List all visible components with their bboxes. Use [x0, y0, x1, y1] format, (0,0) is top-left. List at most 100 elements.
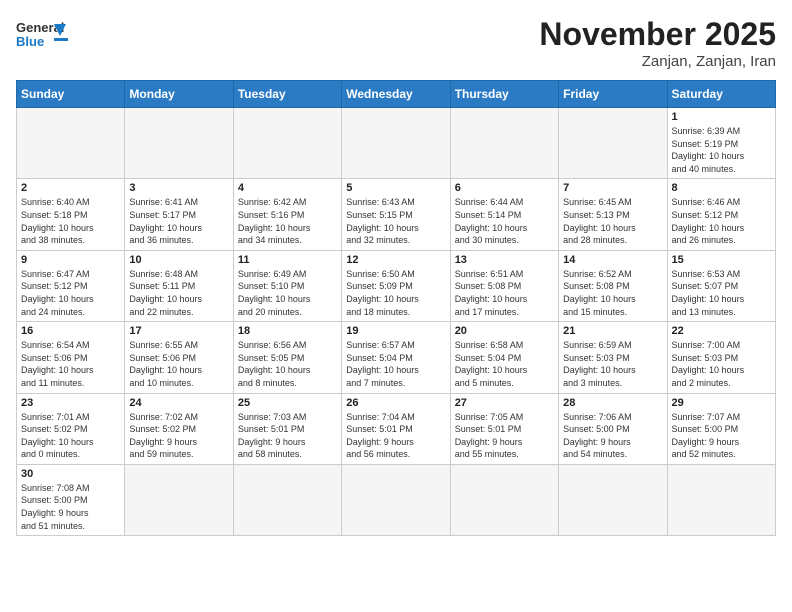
day-info: Sunrise: 7:04 AMSunset: 5:01 PMDaylight:… [346, 411, 445, 461]
day-info: Sunrise: 7:00 AMSunset: 5:03 PMDaylight:… [672, 339, 771, 389]
day-info: Sunrise: 6:39 AMSunset: 5:19 PMDaylight:… [672, 125, 771, 175]
logo: General Blue [16, 16, 71, 56]
day-number: 9 [21, 254, 120, 266]
day-info: Sunrise: 6:58 AMSunset: 5:04 PMDaylight:… [455, 339, 554, 389]
month-title: November 2025 [539, 16, 776, 53]
day-info: Sunrise: 6:55 AMSunset: 5:06 PMDaylight:… [129, 339, 228, 389]
day-number: 17 [129, 325, 228, 337]
day-number: 2 [21, 182, 120, 194]
day-number: 18 [238, 325, 337, 337]
calendar-cell: 19 Sunrise: 6:57 AMSunset: 5:04 PMDayligh… [342, 322, 450, 393]
weekday-header: Saturday [667, 81, 775, 108]
page-header: General Blue November 2025 Zanjan, Zanja… [16, 16, 776, 70]
calendar-cell: 11Sunrise: 6:49 AMSunset: 5:10 PMDayligh… [233, 250, 341, 321]
calendar-cell: 21 Sunrise: 6:59 AMSunset: 5:03 PMDayligh… [559, 322, 667, 393]
day-number: 15 [672, 254, 771, 266]
day-info: Sunrise: 6:59 AMSunset: 5:03 PMDaylight:… [563, 339, 662, 389]
calendar-cell: 6 Sunrise: 6:44 AMSunset: 5:14 PMDaylight… [450, 179, 558, 250]
calendar-cell: 16 Sunrise: 6:54 AMSunset: 5:06 PMDayligh… [17, 322, 125, 393]
weekday-header: Wednesday [342, 81, 450, 108]
calendar-cell: 20 Sunrise: 6:58 AMSunset: 5:04 PMDayligh… [450, 322, 558, 393]
day-info: Sunrise: 6:48 AMSunset: 5:11 PMDaylight:… [129, 268, 228, 318]
day-number: 21 [563, 325, 662, 337]
calendar-cell: 5 Sunrise: 6:43 AMSunset: 5:15 PMDaylight… [342, 179, 450, 250]
day-number: 10 [129, 254, 228, 266]
day-info: Sunrise: 6:54 AMSunset: 5:06 PMDaylight:… [21, 339, 120, 389]
calendar-cell: 22 Sunrise: 7:00 AMSunset: 5:03 PMDayligh… [667, 322, 775, 393]
calendar-cell: 1Sunrise: 6:39 AMSunset: 5:19 PMDaylight… [667, 108, 775, 179]
calendar-cell: 2 Sunrise: 6:40 AMSunset: 5:18 PMDaylight… [17, 179, 125, 250]
calendar-cell: 29Sunrise: 7:07 AMSunset: 5:00 PMDayligh… [667, 393, 775, 464]
calendar-week-row: 16 Sunrise: 6:54 AMSunset: 5:06 PMDayligh… [17, 322, 776, 393]
day-number: 14 [563, 254, 662, 266]
calendar-cell: 27 Sunrise: 7:05 AMSunset: 5:01 PMDayligh… [450, 393, 558, 464]
day-number: 8 [672, 182, 771, 194]
calendar-cell [559, 108, 667, 179]
calendar-cell: 13Sunrise: 6:51 AMSunset: 5:08 PMDayligh… [450, 250, 558, 321]
calendar-cell [342, 108, 450, 179]
calendar-cell: 3Sunrise: 6:41 AMSunset: 5:17 PMDaylight… [125, 179, 233, 250]
calendar-cell: 9 Sunrise: 6:47 AMSunset: 5:12 PMDaylight… [17, 250, 125, 321]
calendar-cell: 24Sunrise: 7:02 AMSunset: 5:02 PMDayligh… [125, 393, 233, 464]
calendar-week-row: 2 Sunrise: 6:40 AMSunset: 5:18 PMDaylight… [17, 179, 776, 250]
title-block: November 2025 Zanjan, Zanjan, Iran [539, 16, 776, 70]
calendar-cell [559, 464, 667, 535]
day-info: Sunrise: 7:02 AMSunset: 5:02 PMDaylight:… [129, 411, 228, 461]
day-info: Sunrise: 6:45 AMSunset: 5:13 PMDaylight:… [563, 196, 662, 246]
weekday-header-row: SundayMondayTuesdayWednesdayThursdayFrid… [17, 81, 776, 108]
calendar-cell [450, 108, 558, 179]
calendar-week-row: 23Sunrise: 7:01 AMSunset: 5:02 PMDayligh… [17, 393, 776, 464]
calendar-cell [233, 464, 341, 535]
calendar-cell: 10 Sunrise: 6:48 AMSunset: 5:11 PMDayligh… [125, 250, 233, 321]
weekday-header: Sunday [17, 81, 125, 108]
day-info: Sunrise: 6:40 AMSunset: 5:18 PMDaylight:… [21, 196, 120, 246]
day-info: Sunrise: 6:43 AMSunset: 5:15 PMDaylight:… [346, 196, 445, 246]
location: Zanjan, Zanjan, Iran [539, 53, 776, 70]
day-number: 19 [346, 325, 445, 337]
calendar-week-row: 9 Sunrise: 6:47 AMSunset: 5:12 PMDaylight… [17, 250, 776, 321]
day-number: 27 [455, 397, 554, 409]
day-info: Sunrise: 6:49 AMSunset: 5:10 PMDaylight:… [238, 268, 337, 318]
calendar-cell [125, 464, 233, 535]
day-number: 7 [563, 182, 662, 194]
day-info: Sunrise: 6:50 AMSunset: 5:09 PMDaylight:… [346, 268, 445, 318]
calendar-cell: 18 Sunrise: 6:56 AMSunset: 5:05 PMDayligh… [233, 322, 341, 393]
day-number: 16 [21, 325, 120, 337]
weekday-header: Thursday [450, 81, 558, 108]
calendar-week-row: 30Sunrise: 7:08 AMSunset: 5:00 PMDayligh… [17, 464, 776, 535]
calendar-week-row: 1Sunrise: 6:39 AMSunset: 5:19 PMDaylight… [17, 108, 776, 179]
calendar-cell: 17 Sunrise: 6:55 AMSunset: 5:06 PMDayligh… [125, 322, 233, 393]
day-info: Sunrise: 6:41 AMSunset: 5:17 PMDaylight:… [129, 196, 228, 246]
calendar-cell [233, 108, 341, 179]
logo-icon: General Blue [16, 16, 71, 56]
day-number: 25 [238, 397, 337, 409]
calendar-cell: 15Sunrise: 6:53 AMSunset: 5:07 PMDayligh… [667, 250, 775, 321]
day-info: Sunrise: 6:52 AMSunset: 5:08 PMDaylight:… [563, 268, 662, 318]
calendar-cell: 4Sunrise: 6:42 AMSunset: 5:16 PMDaylight… [233, 179, 341, 250]
day-number: 22 [672, 325, 771, 337]
day-info: Sunrise: 6:56 AMSunset: 5:05 PMDaylight:… [238, 339, 337, 389]
day-info: Sunrise: 7:05 AMSunset: 5:01 PMDaylight:… [455, 411, 554, 461]
day-number: 30 [21, 468, 120, 480]
day-info: Sunrise: 6:44 AMSunset: 5:14 PMDaylight:… [455, 196, 554, 246]
calendar-cell [450, 464, 558, 535]
calendar-cell [125, 108, 233, 179]
calendar-cell: 8Sunrise: 6:46 AMSunset: 5:12 PMDaylight… [667, 179, 775, 250]
weekday-header: Monday [125, 81, 233, 108]
day-number: 13 [455, 254, 554, 266]
day-info: Sunrise: 6:57 AMSunset: 5:04 PMDaylight:… [346, 339, 445, 389]
day-number: 4 [238, 182, 337, 194]
calendar-cell: 14 Sunrise: 6:52 AMSunset: 5:08 PMDayligh… [559, 250, 667, 321]
day-number: 5 [346, 182, 445, 194]
day-number: 6 [455, 182, 554, 194]
day-info: Sunrise: 6:47 AMSunset: 5:12 PMDaylight:… [21, 268, 120, 318]
day-number: 29 [672, 397, 771, 409]
weekday-header: Tuesday [233, 81, 341, 108]
day-number: 28 [563, 397, 662, 409]
day-number: 20 [455, 325, 554, 337]
calendar-cell: 23Sunrise: 7:01 AMSunset: 5:02 PMDayligh… [17, 393, 125, 464]
day-info: Sunrise: 7:03 AMSunset: 5:01 PMDaylight:… [238, 411, 337, 461]
weekday-header: Friday [559, 81, 667, 108]
calendar-cell: 25 Sunrise: 7:03 AMSunset: 5:01 PMDayligh… [233, 393, 341, 464]
day-number: 23 [21, 397, 120, 409]
